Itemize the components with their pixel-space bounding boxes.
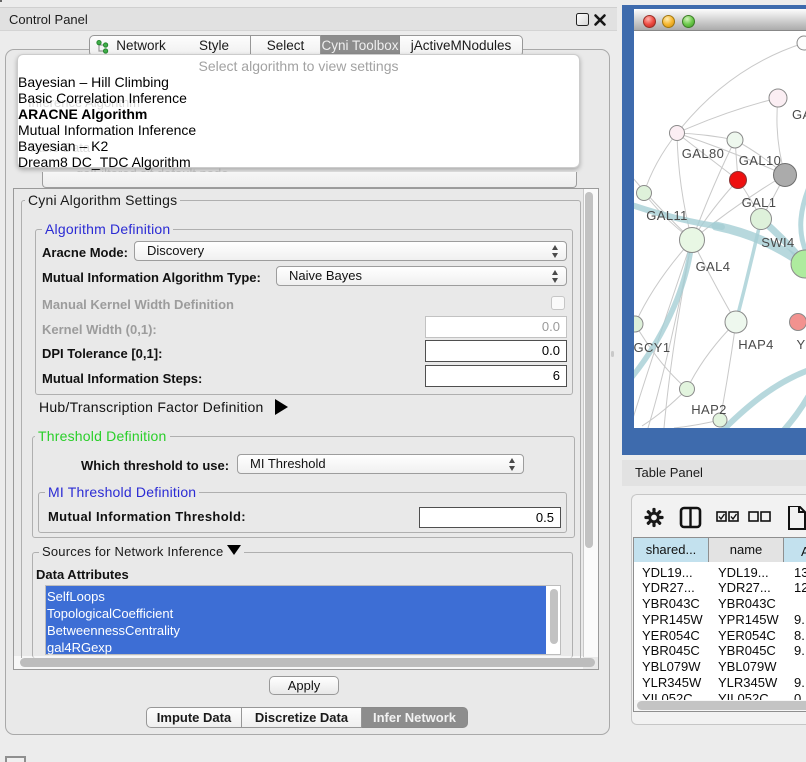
svg-text:Y: Y: [796, 337, 805, 352]
svg-text:GAL80: GAL80: [682, 146, 724, 161]
svg-text:GAL1: GAL1: [742, 195, 777, 210]
svg-text:GAL: GAL: [792, 107, 806, 122]
svg-text:HAP4: HAP4: [738, 337, 774, 352]
svg-text:HAP2: HAP2: [691, 402, 727, 417]
svg-text:GAL4: GAL4: [696, 259, 731, 274]
svg-text:GAL10: GAL10: [739, 153, 781, 168]
svg-text:SWI4: SWI4: [761, 235, 794, 250]
svg-text:GCY1: GCY1: [634, 340, 671, 355]
svg-text:GAL11: GAL11: [646, 208, 688, 223]
